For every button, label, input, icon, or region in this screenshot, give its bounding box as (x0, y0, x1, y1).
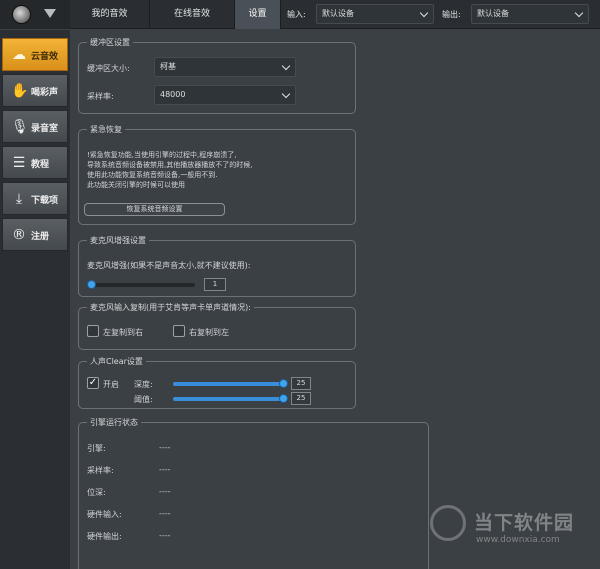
hardware-output-label: 硬件输出: (87, 532, 122, 541)
input-device-value: 默认设备 (322, 9, 354, 18)
group-title: 紧急恢复 (87, 124, 125, 135)
sidebar-item-cheers[interactable]: ✋ 喝彩声 (2, 74, 68, 107)
chevron-down-icon (419, 8, 429, 18)
output-device-value: 默认设备 (477, 9, 509, 18)
recovery-note-line: 导致系统音频设备被禁用,其他播放器播放不了的时候, (87, 161, 253, 169)
recovery-note-line: !紧急恢复功能,当使用引擎的过程中,程序崩溃了, (87, 151, 237, 159)
sample-rate-label: 采样率: (87, 92, 114, 101)
hardware-output-value: ---- (159, 531, 171, 540)
depth-label: 深度: (134, 380, 153, 389)
settings-panel: 缓冲区设置 缓冲区大小: 柯基 采样率: 48000 紧急恢复 !紧急恢复功能,… (70, 30, 600, 569)
download-icon: ⤓ (15, 191, 23, 207)
chevron-down-icon (574, 8, 584, 18)
menu-dropdown-icon[interactable] (44, 9, 56, 18)
tab-settings[interactable]: 设置 (235, 0, 281, 29)
input-device-select[interactable]: 默认设备 (316, 4, 434, 24)
clap-icon: ✋ (11, 83, 29, 99)
tab-online-effects[interactable]: 在线音效 (150, 0, 235, 29)
emergency-recovery-group: 紧急恢复 !紧急恢复功能,当使用引擎的过程中,程序崩溃了, 导致系统音频设备被禁… (78, 124, 356, 225)
chevron-down-icon (281, 61, 291, 71)
copy-left-to-right-checkbox[interactable] (87, 325, 99, 337)
hardware-input-value: ---- (159, 509, 171, 518)
tab-my-effects[interactable]: 我的音效 (70, 0, 150, 29)
watermark-logo-icon (430, 505, 466, 541)
copy-right-to-left-label: 右复制到左 (189, 328, 229, 337)
app-logo-icon[interactable] (12, 5, 31, 24)
watermark-brand: 当下软件园 (474, 512, 575, 534)
group-title: 麦克风增强设置 (87, 235, 149, 246)
sidebar-item-downloads[interactable]: ⤓ 下载项 (2, 182, 68, 215)
threshold-slider[interactable] (173, 394, 288, 403)
sidebar-item-cloud-effects[interactable]: ☁ 云音效 (2, 38, 68, 71)
logo-area (0, 0, 70, 29)
mic-boost-description: 麦克风增强(如果不是声音太小,就不建议使用): (87, 261, 251, 270)
recovery-note-line: 使用此功能恢复系统音频设备,一般用不到. (87, 171, 218, 179)
sidebar-item-label: 教程 (31, 160, 50, 170)
vocal-clear-group: 人声Clear设置 ✓ 开启 深度: 25 阈值: 25 (78, 356, 356, 409)
top-bar: 我的音效 在线音效 设置 输入: 默认设备 输出: 默认设备 (0, 0, 600, 29)
group-title: 缓冲区设置 (87, 37, 133, 48)
slider-handle[interactable] (87, 280, 96, 289)
group-title: 人声Clear设置 (87, 356, 146, 367)
watermark: 当下软件园 www.downxia.com (430, 505, 600, 555)
sidebar-item-label: 注册 (31, 232, 50, 242)
depth-value[interactable]: 25 (291, 377, 311, 390)
buffer-size-label: 缓冲区大小: (87, 64, 130, 73)
sample-rate-value: 48000 (160, 90, 186, 99)
checkmark-icon: ✓ (88, 377, 98, 388)
microphone-icon: 🎙 (11, 119, 29, 135)
hardware-input-label: 硬件输入: (87, 510, 122, 519)
slider-fill (173, 397, 283, 401)
bit-depth-label: 位深: (87, 488, 106, 497)
book-icon: ☰ (12, 155, 26, 171)
engine-sample-rate-label: 采样率: (87, 466, 114, 475)
sidebar-item-tutorial[interactable]: ☰ 教程 (2, 146, 68, 179)
input-device-label: 输入: (287, 10, 306, 19)
threshold-label: 阈值: (134, 395, 153, 404)
bit-depth-value: ---- (159, 487, 171, 496)
sidebar-item-label: 云音效 (31, 52, 59, 62)
slider-handle[interactable] (279, 379, 288, 388)
buffer-size-value: 柯基 (160, 62, 176, 71)
mic-boost-group: 麦克风增强设置 麦克风增强(如果不是声音太小,就不建议使用): 1 (78, 235, 356, 297)
slider-handle[interactable] (279, 394, 288, 403)
sidebar-item-label: 下载项 (31, 196, 59, 206)
chevron-down-icon (281, 89, 291, 99)
sidebar-item-label: 录音室 (31, 124, 59, 134)
buffer-settings-group: 缓冲区设置 缓冲区大小: 柯基 采样率: 48000 (78, 37, 356, 114)
cloud-icon: ☁ (12, 47, 26, 63)
group-title: 引擎运行状态 (87, 417, 141, 428)
threshold-value[interactable]: 25 (291, 392, 311, 405)
enable-clear-label: 开启 (103, 380, 119, 389)
copy-right-to-left-checkbox[interactable] (173, 325, 185, 337)
sample-rate-select[interactable]: 48000 (154, 85, 296, 105)
buffer-size-select[interactable]: 柯基 (154, 57, 296, 77)
sidebar: ☁ 云音效 ✋ 喝彩声 🎙 录音室 ☰ 教程 ⤓ 下载项 ® 注册 (0, 30, 70, 569)
engine-status-group: 引擎运行状态 引擎: ---- 采样率: ---- 位深: ---- 硬件输入:… (78, 417, 429, 569)
mic-boost-slider[interactable] (87, 280, 195, 289)
sidebar-item-register[interactable]: ® 注册 (2, 218, 68, 251)
depth-slider[interactable] (173, 379, 288, 388)
sidebar-item-label: 喝彩声 (31, 88, 59, 98)
watermark-url: www.downxia.com (476, 535, 560, 545)
output-device-label: 输出: (442, 10, 461, 19)
engine-sample-rate-value: ---- (159, 465, 171, 474)
mic-copy-group: 麦克风输入复制(用于艾肯等声卡单声道情况): 左复制到右 右复制到左 (78, 302, 356, 350)
output-device-select[interactable]: 默认设备 (471, 4, 589, 24)
enable-clear-checkbox[interactable]: ✓ (87, 377, 99, 389)
group-title: 麦克风输入复制(用于艾肯等声卡单声道情况): (87, 302, 254, 313)
recovery-note-line: 此功能关闭引擎的时候可以使用 (87, 181, 185, 189)
engine-label: 引擎: (87, 444, 106, 453)
slider-fill (173, 382, 283, 386)
restore-audio-button[interactable]: 恢复系统音频设置 (84, 203, 225, 216)
copy-left-to-right-label: 左复制到右 (103, 328, 143, 337)
register-icon: ® (12, 227, 26, 243)
mic-boost-value[interactable]: 1 (204, 278, 226, 291)
engine-value: ---- (159, 443, 171, 452)
sidebar-item-studio[interactable]: 🎙 录音室 (2, 110, 68, 143)
